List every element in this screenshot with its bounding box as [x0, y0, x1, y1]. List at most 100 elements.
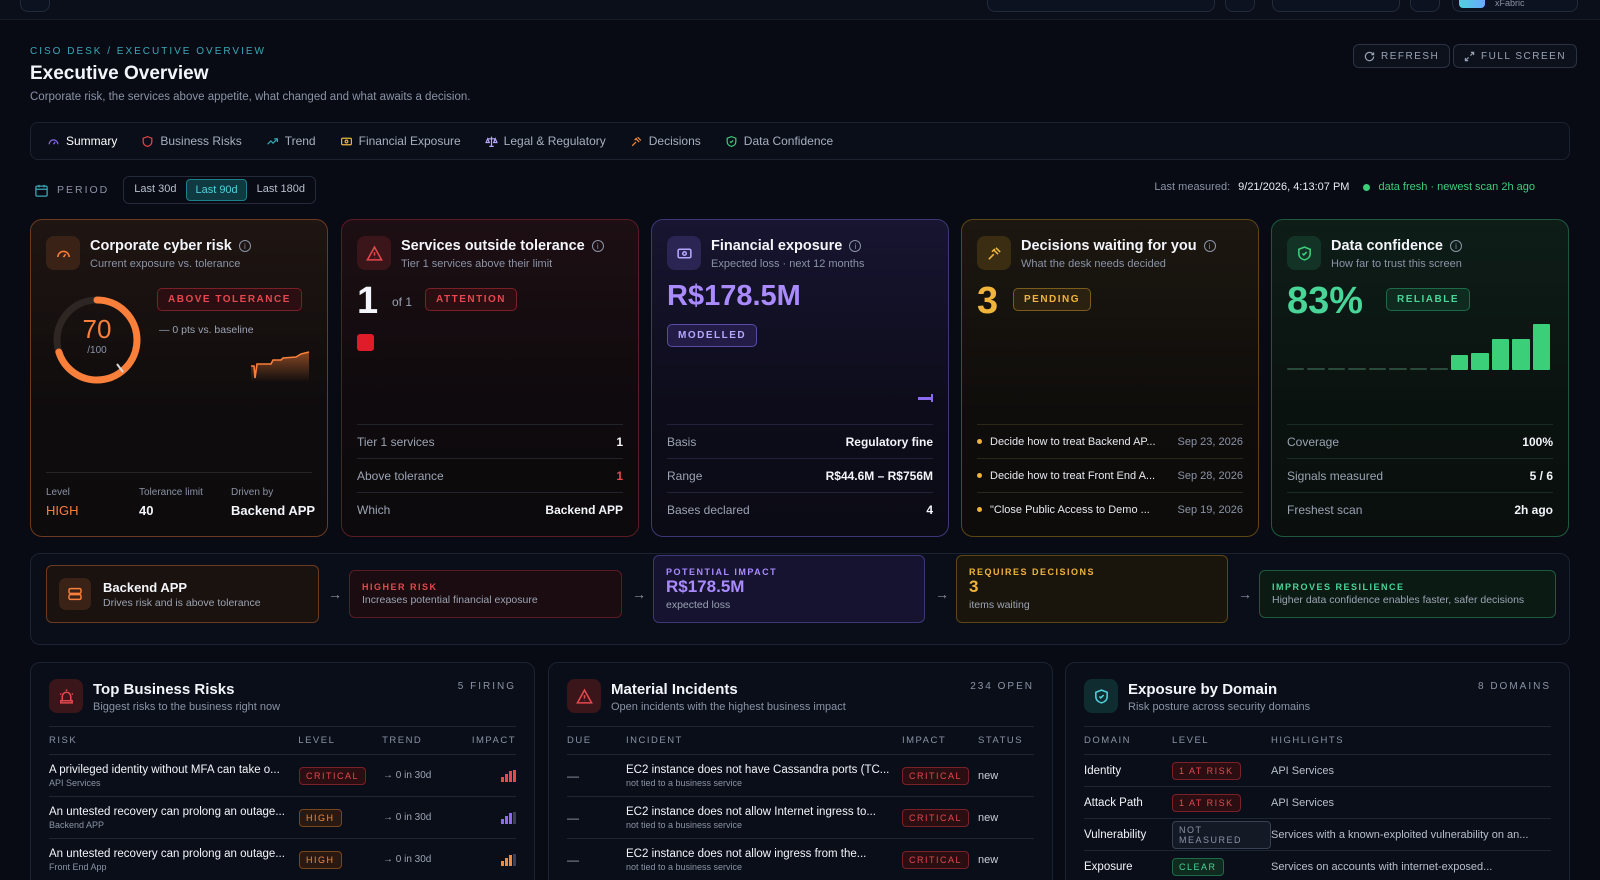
- panel-count: 8 DOMAINS: [1477, 681, 1551, 692]
- row-range: Range R$44.6M – R$756M: [667, 458, 933, 492]
- confidence-bar: [1368, 368, 1387, 370]
- tab-data-confidence[interactable]: Data Confidence: [725, 134, 833, 148]
- info-icon[interactable]: i: [591, 240, 604, 252]
- info-icon[interactable]: i: [1450, 240, 1462, 252]
- flow-decisions-value: 3: [969, 577, 979, 596]
- confidence-bar-chart: [1287, 324, 1551, 370]
- card-rows: Coverage 100% Signals measured 5 / 6 Fresh…: [1287, 424, 1553, 526]
- service-tile[interactable]: [357, 334, 374, 351]
- level-badge: HIGH: [299, 850, 342, 869]
- card-title: Decisions waiting for you i: [1021, 238, 1216, 254]
- table-row[interactable]: An untested recovery can prolong an outa…: [49, 838, 516, 880]
- menu-button[interactable]: [20, 0, 50, 12]
- card-decisions-waiting[interactable]: Decisions waiting for you i What the desk…: [961, 219, 1259, 537]
- period-option-30d[interactable]: Last 30d: [126, 179, 184, 201]
- bullet-icon: [977, 507, 982, 512]
- status-text: new: [978, 853, 999, 866]
- notifications-button[interactable]: [1410, 0, 1440, 12]
- period-option-90d[interactable]: Last 90d: [186, 179, 247, 201]
- card-data-confidence[interactable]: Data confidence i How far to trust this s…: [1271, 219, 1569, 537]
- panel-count: 234 OPEN: [970, 681, 1034, 692]
- tab-legal-regulatory[interactable]: Legal & Regulatory: [484, 134, 606, 148]
- table-row[interactable]: Exposure CLEAR Services on accounts with…: [1084, 850, 1551, 880]
- shield-check-icon: [1297, 245, 1311, 261]
- workspace-select[interactable]: [1272, 0, 1400, 12]
- bullet-icon: [977, 473, 982, 478]
- flow-impact-title: POTENTIAL IMPACT: [666, 567, 778, 577]
- expand-icon: [1464, 51, 1475, 61]
- gauge-icon: [56, 250, 70, 258]
- confidence-bar: [1471, 353, 1489, 370]
- row-basis: Basis Regulatory fine: [667, 424, 933, 458]
- panel-title: Top Business Risks: [93, 681, 235, 698]
- decision-item[interactable]: "Close Public Access to Demo ... Sep 19, …: [977, 492, 1243, 526]
- impact-badge: CRITICAL: [902, 766, 970, 785]
- table-row[interactable]: Attack Path 1 AT RISK API Services: [1084, 786, 1551, 818]
- trend-value: → 0 in 30d: [383, 812, 432, 823]
- table-row[interactable]: — EC2 instance does not allow ingress fr…: [567, 838, 1034, 880]
- info-icon[interactable]: i: [1203, 240, 1216, 252]
- server-icon: [59, 578, 91, 610]
- table-row[interactable]: — EC2 instance does not have Cassandra p…: [567, 754, 1034, 796]
- fresh-dot-icon: [1363, 183, 1371, 191]
- confidence-bar: [1532, 324, 1551, 370]
- flow-resilience-sub: Higher data confidence enables faster, s…: [1272, 594, 1525, 606]
- global-search-input[interactable]: [987, 0, 1215, 12]
- last-measured: Last measured: 9/21/2026, 4:13:07 PM dat…: [1154, 181, 1535, 193]
- confidence-bar: [1491, 339, 1510, 370]
- tolerance-limit: Tolerance limit 40: [139, 487, 203, 518]
- info-icon[interactable]: i: [849, 240, 862, 252]
- period-label: PERIOD: [57, 184, 110, 196]
- gavel-icon: [987, 246, 1001, 260]
- flow-service-title: Backend APP: [103, 579, 188, 595]
- card-corporate-cyber-risk[interactable]: Corporate cyber risk i Current exposure v…: [30, 219, 328, 537]
- decision-item[interactable]: Decide how to treat Front End A... Sep 28…: [977, 458, 1243, 492]
- flow-impact[interactable]: POTENTIAL IMPACT R$178.5M expected loss: [653, 555, 925, 623]
- tab-trend[interactable]: Trend: [266, 134, 316, 148]
- refresh-button[interactable]: REFRESH: [1353, 44, 1451, 68]
- trend-icon: [266, 137, 278, 145]
- panel-icon: [49, 679, 83, 713]
- tab-financial-exposure[interactable]: Financial Exposure: [340, 134, 461, 148]
- flow-decisions-title: REQUIRES DECISIONS: [969, 567, 1096, 577]
- table-row[interactable]: An untested recovery can prolong an outa…: [49, 796, 516, 838]
- tab-decisions[interactable]: Decisions: [630, 134, 701, 148]
- panel-icon: [567, 679, 601, 713]
- account-menu[interactable]: xFabric: [1452, 0, 1578, 12]
- arrow-right-icon: →: [1238, 586, 1252, 602]
- status-badge: RELIABLE: [1386, 288, 1470, 311]
- impact-badge: CRITICAL: [902, 808, 970, 827]
- flow-decisions[interactable]: REQUIRES DECISIONS 3 items waiting: [956, 555, 1228, 623]
- driven-by: Driven by Backend APP: [231, 487, 316, 518]
- flow-service[interactable]: Backend APP Drives risk and is above tol…: [46, 565, 319, 623]
- info-icon[interactable]: i: [238, 240, 251, 252]
- card-financial-exposure[interactable]: Financial exposure i Expected loss · next…: [651, 219, 949, 537]
- panel-subtitle: Risk posture across security domains: [1128, 701, 1311, 713]
- flow-resilience[interactable]: IMPROVES RESILIENCE Higher data confiden…: [1259, 570, 1556, 618]
- tab-summary[interactable]: Summary: [47, 134, 117, 148]
- decision-item[interactable]: Decide how to treat Backend AP... Sep 23,…: [977, 424, 1243, 458]
- settings-button[interactable]: [1225, 0, 1255, 12]
- warning-icon: [575, 688, 593, 704]
- period-option-180d[interactable]: Last 180d: [249, 179, 313, 201]
- card-services-outside-tolerance[interactable]: Services outside tolerance i Tier 1 servi…: [341, 219, 639, 537]
- trend-value: → 0 in 30d: [383, 854, 432, 865]
- card-icon: [667, 236, 701, 270]
- period-segmented-control: Last 30d Last 90d Last 180d: [123, 176, 316, 204]
- sparkline-area: [251, 352, 309, 382]
- table-row[interactable]: — EC2 instance does not allow Internet i…: [567, 796, 1034, 838]
- flow-impact-sub: expected loss: [666, 599, 731, 611]
- avatar: [1459, 0, 1485, 8]
- flow-risk[interactable]: HIGHER RISK Increases potential financia…: [349, 570, 622, 618]
- table-row[interactable]: Identity 1 AT RISK API Services: [1084, 754, 1551, 786]
- card-icon: [977, 236, 1011, 270]
- card-title: Data confidence i: [1331, 238, 1462, 254]
- confidence-bar: [1287, 368, 1305, 370]
- table-row[interactable]: Vulnerability NOT MEASURED Services with…: [1084, 818, 1551, 850]
- table-row[interactable]: A privileged identity without MFA can ta…: [49, 754, 516, 796]
- card-subtitle: Expected loss · next 12 months: [711, 258, 865, 270]
- tab-business-risks[interactable]: Business Risks: [141, 134, 242, 148]
- money-icon: [340, 137, 352, 145]
- risk-score-max: /100: [87, 345, 107, 356]
- fullscreen-button[interactable]: FULL SCREEN: [1453, 44, 1578, 68]
